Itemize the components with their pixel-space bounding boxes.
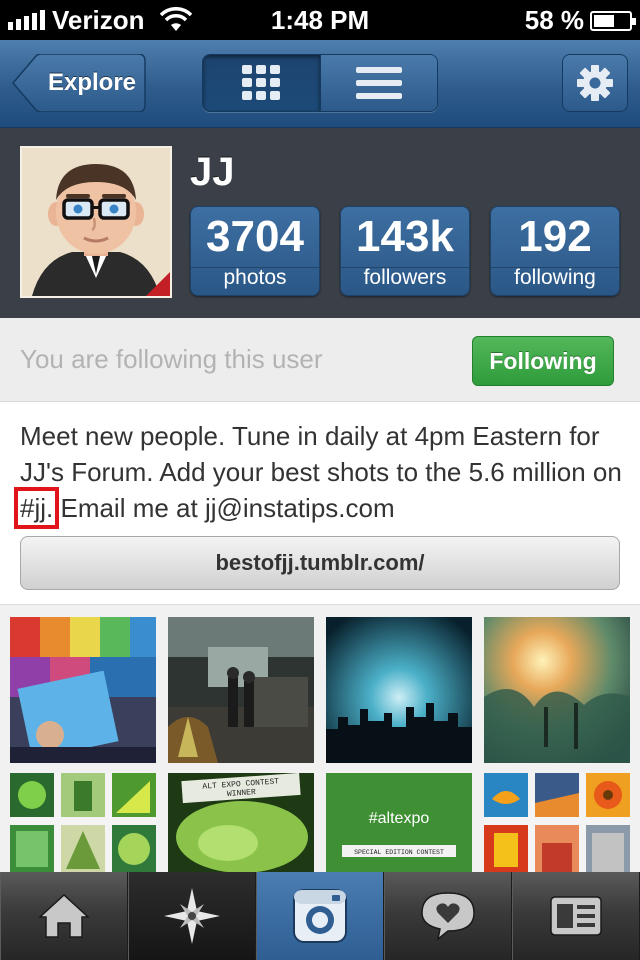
avatar-cartoon-image bbox=[22, 148, 170, 296]
photo-image bbox=[168, 617, 314, 763]
camera-icon bbox=[293, 889, 347, 943]
bio-text-part1: Meet new people. Tune in daily at 4pm Ea… bbox=[20, 421, 622, 487]
list-icon bbox=[355, 67, 402, 99]
settings-button[interactable] bbox=[562, 54, 628, 112]
tab-news[interactable] bbox=[384, 872, 512, 960]
follow-bar: You are following this user Following bbox=[0, 318, 640, 402]
photo-thumb-colorful-mural[interactable] bbox=[10, 617, 156, 763]
altexpo-tag: #altexpo bbox=[369, 810, 430, 827]
battery-percent: 58 % bbox=[524, 5, 584, 35]
profile-username: JJ bbox=[190, 150, 235, 194]
photo-image bbox=[10, 617, 156, 763]
grid-icon bbox=[242, 65, 281, 100]
list-view-button[interactable] bbox=[320, 55, 437, 111]
photo-image bbox=[10, 773, 156, 873]
battery-icon bbox=[590, 11, 636, 31]
stat-followers[interactable]: 143k followers bbox=[340, 206, 470, 296]
follow-status-text: You are following this user bbox=[20, 344, 323, 374]
battery-fill bbox=[594, 15, 614, 27]
home-icon bbox=[38, 893, 90, 938]
photo-thumb-sunlit-forest[interactable] bbox=[484, 617, 630, 763]
stat-photos-label: photos bbox=[223, 266, 287, 289]
photo-image bbox=[484, 773, 630, 873]
bio-section: Meet new people. Tune in daily at 4pm Ea… bbox=[0, 402, 640, 604]
back-button[interactable]: Explore bbox=[12, 54, 146, 112]
tab-home[interactable] bbox=[0, 872, 128, 960]
bio-text: Meet new people. Tune in daily at 4pm Ea… bbox=[13, 418, 630, 529]
bio-text-part2: Email me at jj@instatips.com bbox=[53, 493, 395, 523]
photo-thumb-office-room[interactable] bbox=[168, 617, 314, 763]
back-button-label: Explore bbox=[47, 69, 137, 96]
photo-image bbox=[326, 617, 472, 763]
stat-following[interactable]: 192 following bbox=[490, 206, 620, 296]
tab-bar bbox=[0, 872, 640, 960]
stat-photos[interactable]: 3704 photos bbox=[190, 206, 320, 296]
hashtag-link[interactable]: #jj. bbox=[13, 487, 60, 529]
profile-card-icon bbox=[550, 896, 602, 936]
website-link-button[interactable]: bestofjj.tumblr.com/ bbox=[20, 536, 620, 590]
photo-grid: ALT EXPO CONTEST WINNER #altexpo SPECIAL… bbox=[0, 604, 640, 873]
stat-following-label: following bbox=[514, 266, 596, 289]
status-bar: Verizon 1:48 PM 58 % bbox=[0, 0, 640, 40]
stat-followers-label: followers bbox=[363, 266, 447, 289]
tab-camera[interactable] bbox=[256, 872, 384, 960]
gear-icon bbox=[577, 65, 613, 101]
altexpo-sub: SPECIAL EDITION CONTEST bbox=[354, 849, 444, 856]
news-heart-icon bbox=[421, 892, 475, 941]
profile-header: JJ 3704 photos 143k followers 192 follow… bbox=[0, 128, 640, 318]
tab-explore[interactable] bbox=[128, 872, 256, 960]
grid-view-button[interactable] bbox=[203, 55, 321, 111]
view-toggle bbox=[202, 54, 438, 112]
tab-profile[interactable] bbox=[512, 872, 640, 960]
photo-image bbox=[484, 617, 630, 763]
following-button[interactable]: Following bbox=[472, 336, 614, 386]
explore-star-icon bbox=[164, 888, 220, 944]
photo-thumb-night-city[interactable] bbox=[326, 617, 472, 763]
photo-image: #altexpo SPECIAL EDITION CONTEST bbox=[326, 773, 472, 873]
photo-image: ALT EXPO CONTEST WINNER bbox=[168, 773, 314, 873]
avatar[interactable] bbox=[20, 146, 172, 298]
stat-photos-number: 3704 bbox=[206, 212, 304, 261]
stat-following-number: 192 bbox=[518, 212, 592, 261]
stat-followers-number: 143k bbox=[356, 212, 454, 261]
nav-bar: Explore bbox=[0, 40, 640, 128]
